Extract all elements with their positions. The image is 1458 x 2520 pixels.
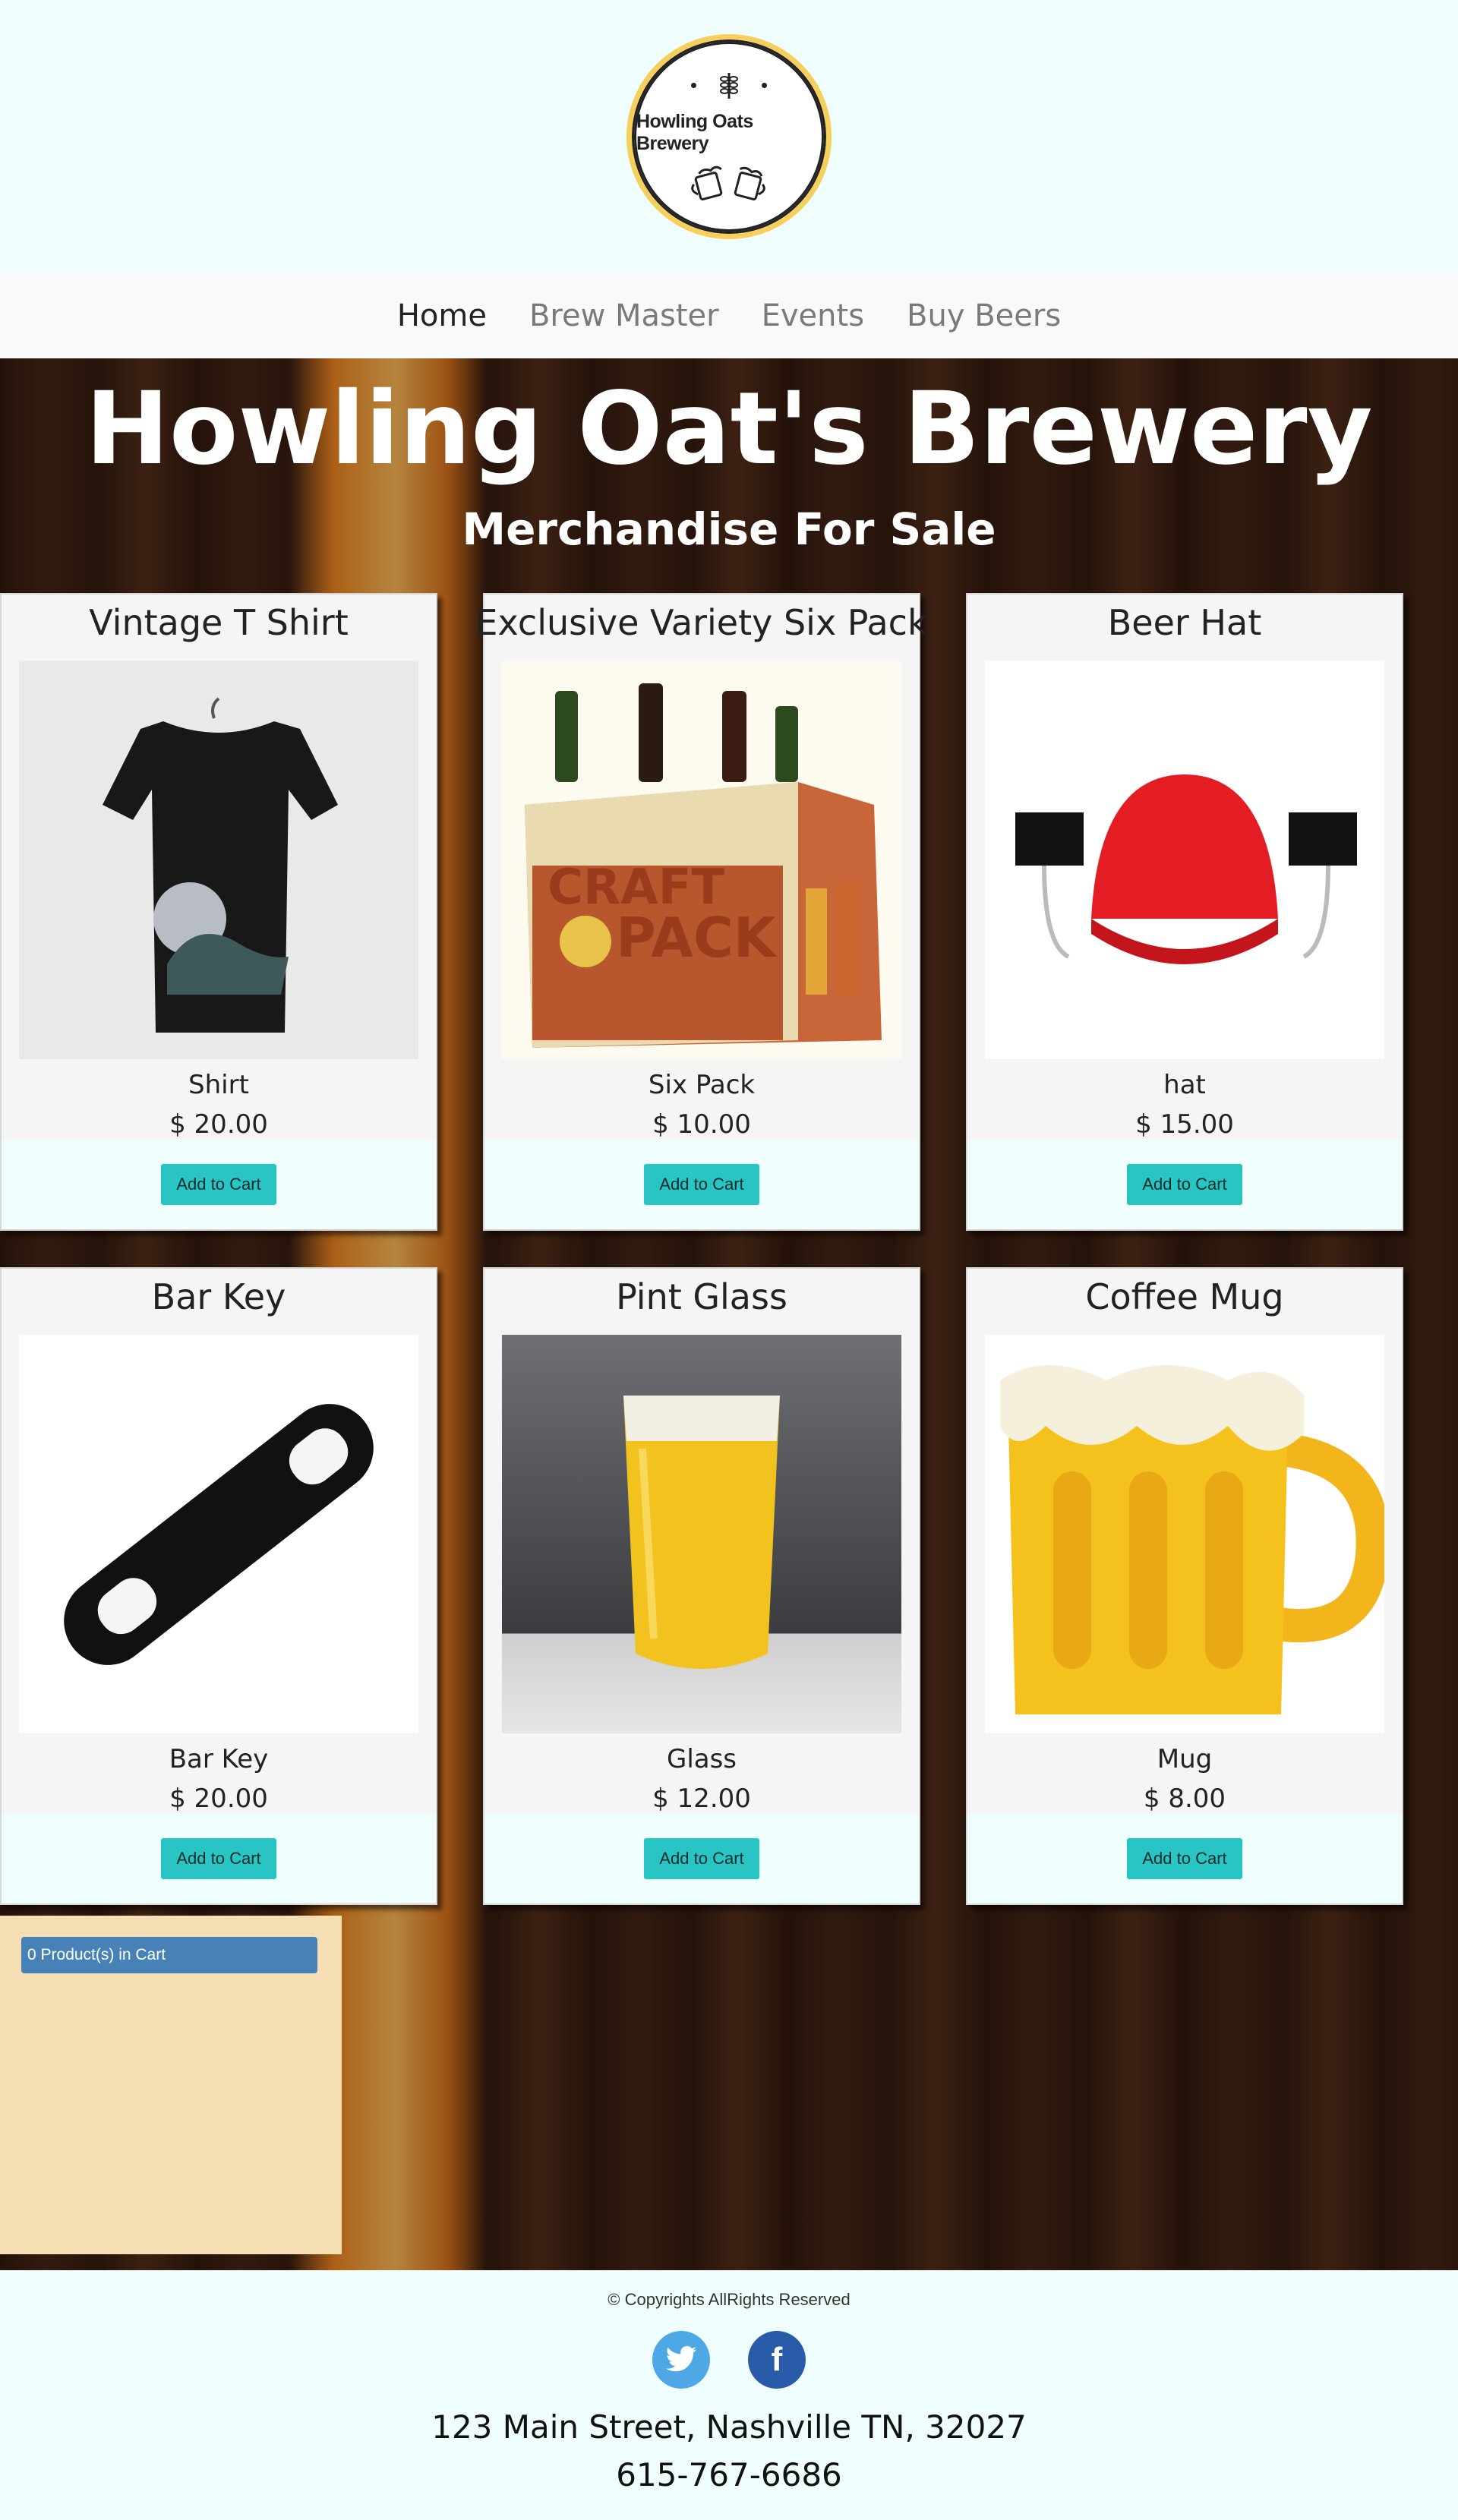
product-price: $ 20.00 [169, 1783, 268, 1814]
cart-panel: 0 Product(s) in Cart [0, 1915, 342, 2254]
product-card: Beer Hat hat $ 15.00 Add to Cart [966, 592, 1403, 1231]
product-card: Vintage T Shirt Shirt $ 20.00 Add to Car… [0, 592, 437, 1231]
product-name: Six Pack [648, 1069, 756, 1100]
facebook-icon[interactable]: f [748, 2331, 806, 2389]
footer: © Copyrights AllRights Reserved f 123 Ma… [0, 2270, 1458, 2520]
product-name: Shirt [188, 1069, 249, 1100]
add-to-cart-button[interactable]: Add to Cart [1127, 1163, 1242, 1205]
add-to-cart-button[interactable]: Add to Cart [161, 1837, 276, 1879]
product-card-footer: Add to Cart [967, 1813, 1402, 1903]
product-price: $ 8.00 [1143, 1783, 1226, 1814]
product-title: Coffee Mug [1085, 1276, 1284, 1317]
page-subtitle: Merchandise For Sale [462, 503, 996, 555]
product-card-footer: Add to Cart [484, 1813, 919, 1903]
product-card-footer: Add to Cart [484, 1139, 919, 1229]
tshirt-image [19, 661, 418, 1059]
main-nav: Home Brew Master Events Buy Beers [0, 273, 1458, 358]
product-name: hat [1163, 1069, 1206, 1100]
cart-count-badge[interactable]: 0 Product(s) in Cart [21, 1936, 317, 1973]
product-name: Bar Key [169, 1743, 269, 1774]
add-to-cart-button[interactable]: Add to Cart [1127, 1837, 1242, 1879]
coffee-mug-image [985, 1335, 1384, 1733]
beer-hat-image [985, 661, 1384, 1059]
logo-text: Howling Oats Brewery [636, 111, 753, 154]
wheat-icon [720, 73, 738, 99]
copyright-text: © Copyrights AllRights Reserved [608, 2290, 850, 2309]
product-card: Pint Glass Glass $ 12.00 Add to Cart [483, 1266, 920, 1905]
product-title: Bar Key [151, 1276, 286, 1317]
beer-mugs-icon [691, 166, 765, 200]
brewery-logo[interactable]: Howling Oats Brewery [626, 34, 832, 239]
product-card: Bar Key Bar Key $ 20.00 Add to Cart [0, 1266, 437, 1905]
product-card-footer: Add to Cart [2, 1139, 436, 1229]
add-to-cart-button[interactable]: Add to Cart [644, 1163, 759, 1205]
add-to-cart-button[interactable]: Add to Cart [161, 1163, 276, 1205]
bar-key-image [19, 1335, 418, 1733]
header-logo-bar: Howling Oats Brewery [0, 0, 1458, 273]
merch-section: Howling Oat's Brewery Merchandise For Sa… [0, 358, 1458, 2270]
product-card-footer: Add to Cart [2, 1813, 436, 1903]
address-text: 123 Main Street, Nashville TN, 32027 [431, 2408, 1027, 2446]
twitter-icon[interactable] [652, 2331, 710, 2389]
add-to-cart-button[interactable]: Add to Cart [644, 1837, 759, 1879]
phone-text: 615-767-6686 [616, 2456, 842, 2493]
nav-link-home[interactable]: Home [397, 298, 487, 333]
product-price: $ 10.00 [652, 1109, 751, 1140]
product-card: Exclusive Variety Six Pack CRAFT PACK Si… [475, 592, 928, 1231]
page-title: Howling Oat's Brewery [85, 371, 1373, 487]
product-title: Beer Hat [1107, 601, 1262, 643]
product-price: $ 20.00 [169, 1109, 268, 1140]
six-pack-image: CRAFT PACK [502, 661, 901, 1059]
product-title: Pint Glass [616, 1276, 787, 1317]
product-grid: Vintage T Shirt Shirt $ 20.00 Add to Car… [0, 592, 1405, 1905]
product-title: Exclusive Variety Six Pack [475, 601, 928, 643]
product-card: Coffee Mug Mug $ 8.00 Add to Cart [966, 1266, 1403, 1905]
social-links: f [0, 2331, 1458, 2389]
product-price: $ 12.00 [652, 1783, 751, 1814]
product-title: Vintage T Shirt [89, 601, 349, 643]
nav-link-brew-master[interactable]: Brew Master [529, 298, 719, 333]
svg-text:PACK: PACK [616, 906, 778, 970]
nav-link-buy-beers[interactable]: Buy Beers [907, 298, 1061, 333]
product-name: Glass [666, 1743, 737, 1774]
product-name: Mug [1157, 1743, 1213, 1774]
pint-glass-image [502, 1335, 901, 1733]
product-card-footer: Add to Cart [967, 1139, 1402, 1229]
product-price: $ 15.00 [1135, 1109, 1234, 1140]
nav-link-events[interactable]: Events [762, 298, 864, 333]
